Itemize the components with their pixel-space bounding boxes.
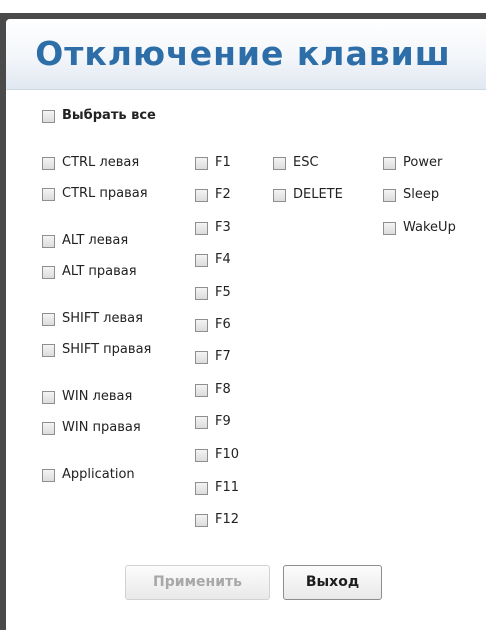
checkbox-delete[interactable]: DELETE: [273, 187, 343, 203]
checkbox-shift-right[interactable]: SHIFT правая: [42, 342, 151, 358]
checkbox-box[interactable]: [195, 188, 208, 202]
checkbox-label: F11: [215, 480, 240, 495]
checkbox-shift-left[interactable]: SHIFT левая: [42, 311, 143, 327]
checkbox-box[interactable]: [383, 188, 396, 202]
checkbox-alt-right[interactable]: ALT правая: [42, 264, 137, 280]
checkbox-application[interactable]: Application: [42, 467, 135, 483]
checkbox-label: F6: [215, 317, 231, 332]
checkbox-box[interactable]: [195, 383, 208, 397]
checkbox-box[interactable]: [42, 390, 55, 404]
checkbox-label: F9: [215, 414, 231, 429]
exit-button[interactable]: Выход: [283, 565, 382, 600]
checkbox-box[interactable]: [42, 468, 55, 482]
checkbox-ctrl-right[interactable]: CTRL правая: [42, 186, 148, 202]
checkbox-label: DELETE: [293, 187, 343, 202]
checkbox-label: SHIFT левая: [62, 311, 143, 326]
checkbox-ctrl-left[interactable]: CTRL левая: [42, 155, 139, 171]
checkbox-power[interactable]: Power: [383, 155, 442, 171]
checkbox-label: WakeUp: [403, 220, 456, 235]
checkbox-box[interactable]: [42, 312, 55, 326]
checkbox-f9[interactable]: F9: [195, 414, 231, 430]
checkbox-box[interactable]: [42, 421, 55, 435]
checkbox-win-right[interactable]: WIN правая: [42, 420, 141, 436]
select-all-label: Выбрать все: [62, 108, 156, 123]
checkbox-box[interactable]: [42, 187, 55, 201]
checkbox-label: WIN левая: [62, 389, 133, 404]
apply-button[interactable]: Применить: [125, 565, 270, 600]
checkbox-box[interactable]: [383, 221, 396, 235]
checkbox-box[interactable]: [42, 156, 55, 170]
checkbox-label: Power: [403, 155, 443, 170]
checkbox-label: F5: [215, 285, 231, 300]
checkbox-label: F4: [215, 252, 231, 267]
checkbox-f7[interactable]: F7: [195, 349, 231, 365]
select-all-checkbox[interactable]: Выбрать все: [42, 108, 156, 124]
checkbox-label: CTRL левая: [62, 155, 140, 170]
checkbox-f11[interactable]: F11: [195, 480, 239, 496]
checkbox-label: F2: [215, 187, 231, 202]
checkbox-f4[interactable]: F4: [195, 252, 231, 268]
checkbox-label: WIN правая: [62, 420, 141, 435]
checkbox-win-left[interactable]: WIN левая: [42, 389, 132, 405]
checkbox-label: F8: [215, 382, 231, 397]
checkbox-box[interactable]: [195, 448, 208, 462]
checkbox-f8[interactable]: F8: [195, 382, 231, 398]
checkbox-f10[interactable]: F10: [195, 447, 239, 463]
checkbox-label: F7: [215, 349, 231, 364]
checkbox-box[interactable]: [42, 343, 55, 357]
checkbox-f12[interactable]: F12: [195, 512, 239, 528]
checkbox-label: F3: [215, 220, 231, 235]
checkbox-esc[interactable]: ESC: [273, 155, 319, 171]
checkbox-label: F10: [215, 447, 240, 462]
checkbox-box[interactable]: [273, 188, 286, 202]
checkbox-box[interactable]: [42, 109, 55, 123]
checkbox-box[interactable]: [195, 286, 208, 300]
checkbox-label: F1: [215, 155, 231, 170]
checkbox-box[interactable]: [195, 481, 208, 495]
checkbox-label: ESC: [293, 155, 319, 170]
checkbox-box[interactable]: [195, 156, 208, 170]
checkbox-box[interactable]: [273, 156, 286, 170]
checkbox-label: F12: [215, 512, 240, 527]
checkbox-f3[interactable]: F3: [195, 220, 231, 236]
checkbox-alt-left[interactable]: ALT левая: [42, 233, 128, 249]
checkbox-label: ALT левая: [62, 233, 129, 248]
dialog-title: Отключение клавиш: [35, 34, 451, 73]
checkbox-box[interactable]: [42, 265, 55, 279]
checkbox-wakeup[interactable]: WakeUp: [383, 220, 456, 236]
checkbox-label: SHIFT правая: [62, 342, 152, 357]
checkbox-f2[interactable]: F2: [195, 187, 231, 203]
checkbox-box[interactable]: [195, 253, 208, 267]
checkbox-box[interactable]: [195, 318, 208, 332]
checkbox-f5[interactable]: F5: [195, 285, 231, 301]
checkbox-box[interactable]: [195, 415, 208, 429]
checkbox-box[interactable]: [195, 221, 208, 235]
checkbox-label: Application: [62, 467, 135, 482]
checkbox-box[interactable]: [42, 234, 55, 248]
checkbox-box[interactable]: [383, 156, 396, 170]
checkbox-box[interactable]: [195, 513, 208, 527]
checkbox-box[interactable]: [195, 350, 208, 364]
checkbox-f6[interactable]: F6: [195, 317, 231, 333]
checkbox-f1[interactable]: F1: [195, 155, 231, 171]
checkbox-label: CTRL правая: [62, 186, 148, 201]
checkbox-sleep[interactable]: Sleep: [383, 187, 439, 203]
checkbox-label: Sleep: [403, 187, 440, 202]
checkbox-label: ALT правая: [62, 264, 137, 279]
